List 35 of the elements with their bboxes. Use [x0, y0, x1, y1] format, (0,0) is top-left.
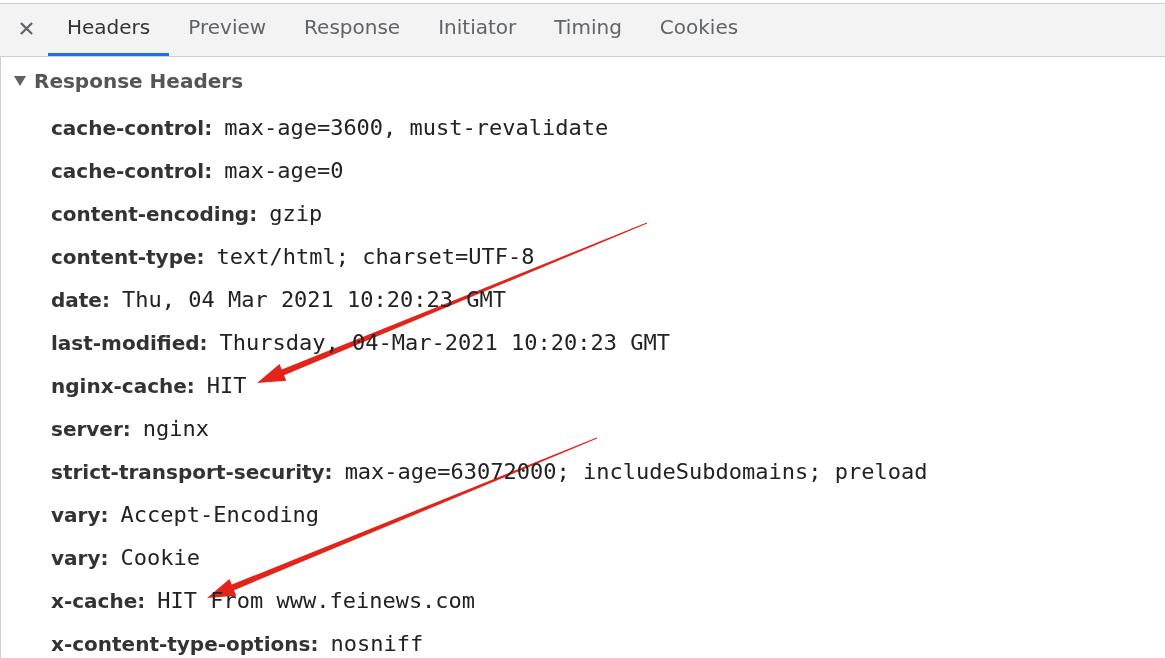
- header-value: gzip: [269, 201, 323, 226]
- header-name: vary:: [51, 545, 109, 570]
- expand-triangle-icon: [14, 75, 26, 86]
- header-value: Accept-Encoding: [120, 502, 320, 527]
- header-name: nginx-cache:: [51, 373, 195, 398]
- header-name: cache-control:: [51, 158, 213, 183]
- header-name: content-encoding:: [51, 201, 258, 226]
- tab[interactable]: Response: [285, 4, 420, 56]
- header-value: Cookie: [120, 545, 200, 570]
- header-value: nginx: [142, 416, 210, 441]
- header-value: max-age=0: [224, 158, 344, 183]
- header-name: date:: [51, 287, 110, 312]
- header-name: server:: [51, 416, 131, 441]
- tab[interactable]: Headers: [48, 4, 170, 56]
- header-name: x-cache:: [51, 588, 146, 613]
- header-name: x-content-type-options:: [51, 631, 319, 656]
- header-value: max-age=3600, must-revalidate: [224, 115, 609, 140]
- tab[interactable]: Initiator: [419, 4, 536, 56]
- header-value: HIT From www.feinews.com: [157, 588, 476, 613]
- header-name: vary:: [51, 502, 109, 527]
- tab[interactable]: Cookies: [640, 4, 758, 56]
- header-value: Thursday, 04-Mar-2021 10:20:23 GMT: [219, 330, 670, 355]
- header-value: text/html; charset=UTF-8: [216, 244, 535, 269]
- header-name: content-type:: [51, 244, 205, 269]
- tab[interactable]: Timing: [535, 4, 641, 56]
- tab[interactable]: Preview: [169, 4, 286, 56]
- section-header[interactable]: Response Headers: [1, 57, 1165, 104]
- header-value: HIT: [206, 373, 247, 398]
- close-icon: [19, 21, 33, 35]
- header-name: last-modified:: [51, 330, 208, 355]
- header-value: nosniff: [330, 631, 424, 656]
- section-title: Response Headers: [34, 68, 244, 93]
- header-name: cache-control:: [51, 115, 213, 140]
- header-value: Thu, 04 Mar 2021 10:20:23 GMT: [121, 287, 507, 312]
- header-name: strict-transport-security:: [51, 459, 333, 484]
